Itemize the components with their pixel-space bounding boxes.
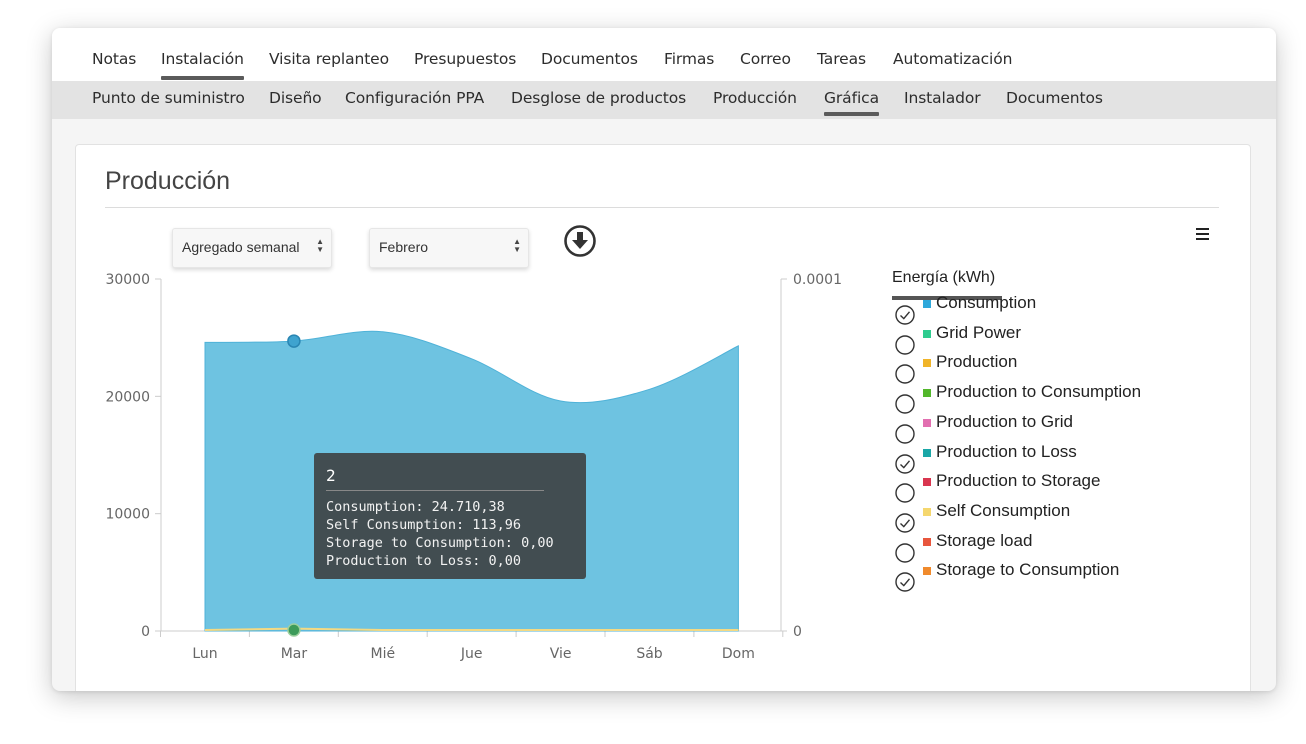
sub-tab[interactable]: Instalador bbox=[904, 89, 981, 107]
y-right-tick-label: 0 bbox=[793, 624, 802, 640]
sub-tab[interactable]: Configuración PPA bbox=[345, 89, 484, 107]
main-tab[interactable]: Firmas bbox=[664, 50, 714, 68]
legend-label: Production bbox=[936, 352, 1018, 372]
main-tab[interactable]: Documentos bbox=[541, 50, 638, 68]
main-tab[interactable]: Correo bbox=[740, 50, 791, 68]
y-tick-label: 20000 bbox=[105, 389, 150, 405]
main-tab[interactable]: Tareas bbox=[817, 50, 866, 68]
sub-tab[interactable]: Producción bbox=[713, 89, 797, 107]
tooltip-row: Storage to Consumption: 0,00 bbox=[326, 535, 554, 551]
main-tab[interactable]: Instalación bbox=[161, 50, 244, 80]
empty-circle-icon[interactable] bbox=[895, 364, 915, 385]
y-tick-label: 10000 bbox=[105, 507, 150, 523]
area-chart: 0 10000 20000 30000 0 0.0001 Lun Mar Mié Jue Vie Sá… bbox=[105, 272, 842, 662]
sub-tab[interactable]: Diseño bbox=[269, 89, 322, 107]
x-tick-label: Mié bbox=[371, 646, 396, 662]
x-tick-label: Vie bbox=[550, 646, 572, 662]
legend-label: Consumption bbox=[936, 293, 1037, 312]
sub-tab[interactable]: Gráfica bbox=[824, 89, 879, 116]
legend-swatch bbox=[923, 448, 931, 457]
y-tick-label: 30000 bbox=[105, 272, 150, 288]
highlight-point-base bbox=[287, 623, 301, 637]
legend-swatch bbox=[923, 567, 931, 576]
legend-swatch bbox=[923, 389, 931, 398]
legend-label: Production to Grid bbox=[936, 411, 1074, 431]
chart-tooltip: 2 Consumption: 24.710,38 Self Consumptio… bbox=[314, 453, 586, 579]
x-tick-label: Jue bbox=[460, 646, 483, 662]
x-tick-label: Lun bbox=[192, 646, 217, 662]
legend-swatch bbox=[923, 418, 931, 427]
sub-tab[interactable]: Desglose de productos bbox=[511, 89, 686, 107]
main-tab[interactable]: Automatización bbox=[893, 50, 1012, 68]
highlight-point bbox=[287, 334, 301, 348]
check-circle-icon[interactable] bbox=[895, 572, 915, 592]
main-tab[interactable]: Presupuestos bbox=[414, 50, 516, 68]
legend-label: Production to Loss bbox=[936, 441, 1077, 461]
legend-swatch bbox=[923, 359, 931, 368]
main-tab-bar: Notas Instalación Visita replanteo Presupue… bbox=[52, 28, 1276, 82]
empty-circle-icon[interactable] bbox=[895, 424, 915, 444]
check-circle-icon[interactable] bbox=[895, 513, 915, 533]
legend-swatch bbox=[923, 478, 931, 487]
x-tick-label: Dom bbox=[722, 646, 755, 662]
tooltip-divider bbox=[326, 490, 544, 491]
tooltip-row: Consumption: 24.710,38 bbox=[326, 499, 505, 515]
legend-label: Storage to Consumption bbox=[936, 560, 1120, 580]
legend-title: Energía (kWh) bbox=[892, 269, 996, 286]
x-tick-label: Sáb bbox=[636, 646, 662, 662]
legend-swatch bbox=[923, 300, 931, 308]
main-tab[interactable]: Visita replanteo bbox=[269, 50, 389, 68]
legend-label: Storage load bbox=[936, 530, 1033, 550]
empty-circle-icon[interactable] bbox=[895, 483, 915, 503]
empty-circle-icon[interactable] bbox=[895, 542, 915, 563]
legend-swatch bbox=[923, 537, 931, 546]
y-tick-label: 0 bbox=[141, 624, 150, 640]
y-right-tick-label: 0.0001 bbox=[793, 272, 842, 288]
sub-tab-bar: Punto de suministro Diseño Configuración P… bbox=[52, 81, 1276, 119]
empty-circle-icon[interactable] bbox=[895, 394, 915, 414]
legend-label: Grid Power bbox=[936, 322, 1022, 342]
sub-tab[interactable]: Documentos bbox=[1006, 89, 1103, 107]
production-card: Producción Agregado semanal ▲ ▼ Febrero ▲… bbox=[75, 144, 1251, 691]
legend-label: Production to Consumption bbox=[936, 382, 1142, 402]
sub-tab[interactable]: Punto de suministro bbox=[92, 89, 245, 107]
tooltip-row: Production to Loss: 0,00 bbox=[326, 553, 522, 569]
empty-circle-icon[interactable] bbox=[895, 334, 915, 355]
check-circle-icon[interactable] bbox=[895, 453, 915, 474]
tooltip-row: Self Consumption: 113,96 bbox=[326, 517, 522, 533]
main-tab[interactable]: Notas bbox=[92, 50, 136, 68]
check-circle-icon[interactable] bbox=[895, 305, 915, 325]
x-tick-label: Mar bbox=[281, 646, 308, 662]
legend-label: Self Consumption bbox=[936, 500, 1071, 520]
tooltip-title: 2 bbox=[326, 466, 336, 485]
legend-label: Production to Storage bbox=[936, 471, 1101, 491]
legend-swatch bbox=[923, 329, 931, 338]
app-window: Notas Instalación Visita replanteo Presupue… bbox=[52, 28, 1276, 691]
legend-swatch bbox=[923, 507, 931, 516]
